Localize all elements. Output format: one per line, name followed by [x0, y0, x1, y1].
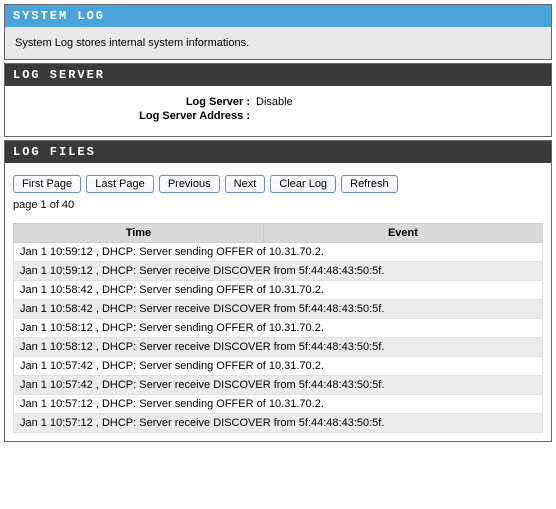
- pager-text: page 1 of 40: [13, 199, 543, 211]
- col-event: Event: [263, 224, 542, 243]
- log-cell: Jan 1 10:59:12 , DHCP: Server sending OF…: [14, 243, 543, 262]
- system-log-panel: SYSTEM LOG System Log stores internal sy…: [4, 4, 552, 60]
- previous-button[interactable]: Previous: [159, 175, 220, 193]
- table-row: Jan 1 10:59:12 , DHCP: Server sending OF…: [14, 243, 543, 262]
- table-row: Jan 1 10:57:12 , DHCP: Server receive DI…: [14, 414, 543, 433]
- log-server-panel: LOG SERVER Log Server : Disable Log Serv…: [4, 63, 552, 137]
- log-files-body: First Page Last Page Previous Next Clear…: [5, 163, 551, 441]
- table-row: Jan 1 10:59:12 , DHCP: Server receive DI…: [14, 262, 543, 281]
- log-table-header-row: Time Event: [14, 224, 543, 243]
- log-server-label: Log Server :: [15, 96, 256, 108]
- table-row: Jan 1 10:58:12 , DHCP: Server sending OF…: [14, 319, 543, 338]
- log-cell: Jan 1 10:58:12 , DHCP: Server receive DI…: [14, 338, 543, 357]
- next-button[interactable]: Next: [225, 175, 266, 193]
- log-cell: Jan 1 10:57:12 , DHCP: Server sending OF…: [14, 395, 543, 414]
- col-time: Time: [14, 224, 264, 243]
- table-row: Jan 1 10:57:42 , DHCP: Server receive DI…: [14, 376, 543, 395]
- clear-log-button[interactable]: Clear Log: [270, 175, 336, 193]
- system-log-description: System Log stores internal system inform…: [15, 37, 249, 49]
- log-table: Time Event Jan 1 10:59:12 , DHCP: Server…: [13, 223, 543, 433]
- refresh-button[interactable]: Refresh: [341, 175, 398, 193]
- log-files-panel: LOG FILES First Page Last Page Previous …: [4, 140, 552, 442]
- log-cell: Jan 1 10:58:12 , DHCP: Server sending OF…: [14, 319, 543, 338]
- log-cell: Jan 1 10:58:42 , DHCP: Server sending OF…: [14, 281, 543, 300]
- log-server-address-label: Log Server Address :: [15, 110, 256, 122]
- system-log-title: SYSTEM LOG: [5, 5, 551, 27]
- log-server-title: LOG SERVER: [5, 64, 551, 86]
- log-files-title: LOG FILES: [5, 141, 551, 163]
- last-page-button[interactable]: Last Page: [86, 175, 154, 193]
- table-row: Jan 1 10:58:12 , DHCP: Server receive DI…: [14, 338, 543, 357]
- first-page-button[interactable]: First Page: [13, 175, 81, 193]
- log-server-address-value: [256, 110, 541, 122]
- table-row: Jan 1 10:57:42 , DHCP: Server sending OF…: [14, 357, 543, 376]
- log-server-body: Log Server : Disable Log Server Address …: [5, 86, 551, 136]
- table-row: Jan 1 10:58:42 , DHCP: Server receive DI…: [14, 300, 543, 319]
- log-cell: Jan 1 10:59:12 , DHCP: Server receive DI…: [14, 262, 543, 281]
- table-row: Jan 1 10:58:42 , DHCP: Server sending OF…: [14, 281, 543, 300]
- log-cell: Jan 1 10:57:12 , DHCP: Server receive DI…: [14, 414, 543, 433]
- log-server-value: Disable: [256, 96, 541, 108]
- log-cell: Jan 1 10:58:42 , DHCP: Server receive DI…: [14, 300, 543, 319]
- system-log-body: System Log stores internal system inform…: [5, 27, 551, 59]
- log-server-row: Log Server : Disable: [15, 96, 541, 108]
- log-files-button-row: First Page Last Page Previous Next Clear…: [13, 175, 543, 193]
- table-row: Jan 1 10:57:12 , DHCP: Server sending OF…: [14, 395, 543, 414]
- log-cell: Jan 1 10:57:42 , DHCP: Server sending OF…: [14, 357, 543, 376]
- log-server-address-row: Log Server Address :: [15, 110, 541, 122]
- log-cell: Jan 1 10:57:42 , DHCP: Server receive DI…: [14, 376, 543, 395]
